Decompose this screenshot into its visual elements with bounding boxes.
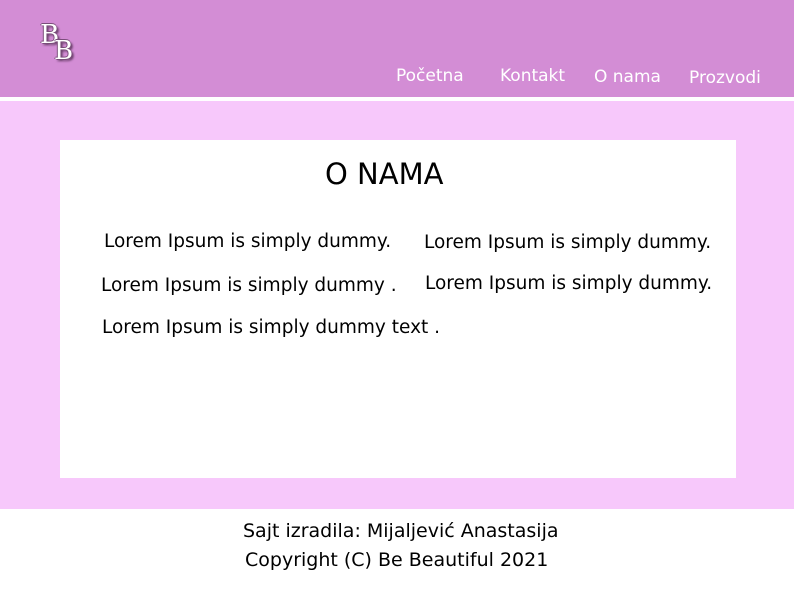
text-line: Lorem Ipsum is simply dummy. <box>104 231 392 252</box>
logo-letter: B <box>54 36 74 66</box>
nav-link-kontakt[interactable]: Kontakt <box>500 66 565 86</box>
footer-author: Sajt izradila: Mijaljević Anastasija <box>243 520 559 542</box>
text-line: Lorem Ipsum is simply dummy . <box>101 275 397 296</box>
text-line: Lorem Ipsum is simply dummy text . <box>102 317 441 338</box>
nav-link-pocetna[interactable]: Početna <box>396 66 464 86</box>
logo[interactable]: B B <box>38 20 82 66</box>
footer-copyright: Copyright (C) Be Beautiful 2021 <box>245 549 549 571</box>
text-line: Lorem Ipsum is simply dummy. <box>424 232 712 253</box>
nav-link-o-nama[interactable]: O nama <box>594 67 661 87</box>
page-title: O NAMA <box>325 157 444 191</box>
nav-link-prozvodi[interactable]: Prozvodi <box>689 68 761 88</box>
text-line: Lorem Ipsum is simply dummy. <box>425 273 713 294</box>
